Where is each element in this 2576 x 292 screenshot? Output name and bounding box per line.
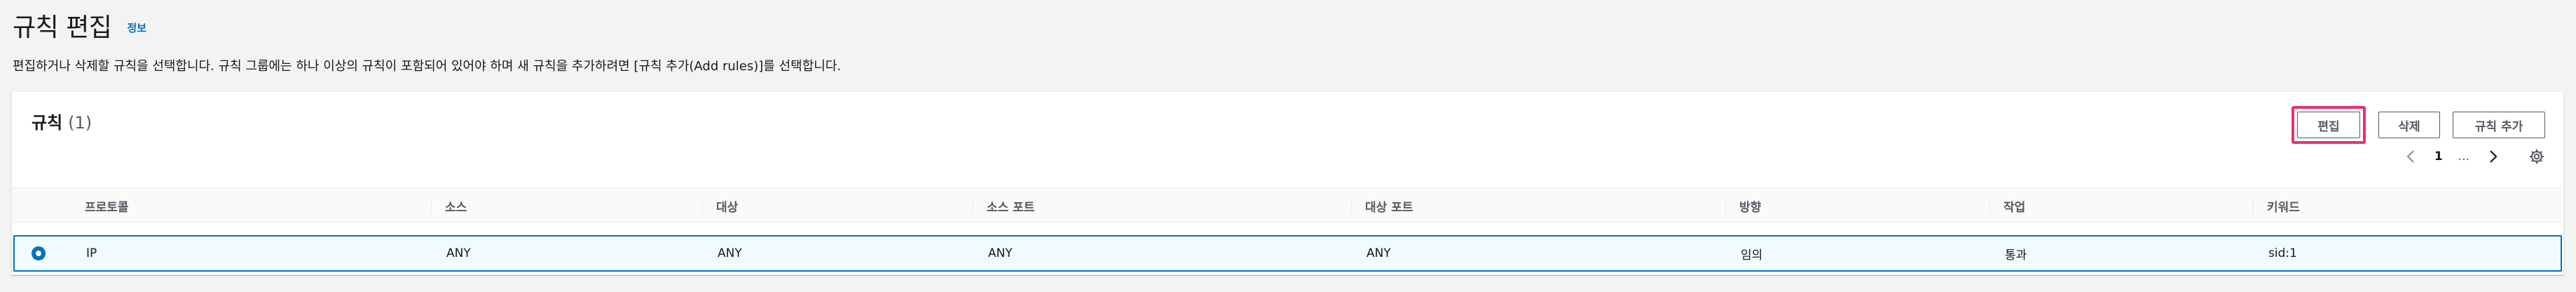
cell-destination: ANY: [718, 246, 742, 260]
info-link[interactable]: 정보: [127, 20, 146, 35]
rules-count: (1): [68, 113, 93, 133]
cell-source-port: ANY: [988, 246, 1013, 260]
column-header-label: 방향: [1739, 200, 1762, 215]
rules-title: 규칙: [32, 113, 63, 133]
table-row[interactable]: IP ANY ANY ANY ANY 임의 통과 sid:1: [13, 235, 2562, 272]
page-description: 편집하거나 삭제할 규칙을 선택합니다. 규칙 그룹에는 하나 이상의 규칙이 …: [13, 59, 842, 74]
column-header-protocol[interactable]: 프로토콜: [85, 188, 129, 223]
pagination: 1 ...: [2402, 147, 2547, 166]
cell-destination-port: ANY: [1366, 246, 1391, 260]
settings-gear-icon[interactable]: [2527, 147, 2547, 166]
current-page-number[interactable]: 1: [2434, 150, 2443, 164]
radio-selected-icon[interactable]: [32, 246, 46, 260]
column-header-label: 대상: [716, 200, 739, 215]
column-header-source[interactable]: 소스: [431, 188, 467, 223]
cell-protocol: IP: [86, 246, 97, 260]
pagination-ellipsis: ...: [2458, 150, 2469, 164]
column-header-label: 소스 포트: [987, 200, 1035, 215]
page-title: 규칙 편집: [13, 13, 112, 42]
rules-container: 규칙 (1) 편집 삭제 규칙 추가 1 ... 프로토콜 소스 대상 소스 포…: [11, 91, 2564, 275]
cell-direction: 임의: [1741, 248, 1763, 263]
add-rule-button[interactable]: 규칙 추가: [2453, 112, 2545, 138]
column-header-action[interactable]: 작업: [1989, 188, 2026, 223]
column-header-keywords[interactable]: 키워드: [2253, 188, 2300, 223]
previous-page-icon[interactable]: [2402, 148, 2419, 165]
edit-button[interactable]: 편집: [2297, 112, 2360, 138]
table-header: 프로토콜 소스 대상 소스 포트 대상 포트 방향 작업 키워드: [12, 187, 2563, 223]
delete-button[interactable]: 삭제: [2378, 112, 2440, 138]
rules-header: 규칙 (1): [32, 109, 92, 133]
column-header-label: 작업: [2003, 200, 2026, 215]
column-header-source-port[interactable]: 소스 포트: [973, 188, 1035, 223]
cell-keywords: sid:1: [2268, 246, 2297, 260]
cell-source: ANY: [446, 246, 471, 260]
edit-button-highlight: 편집: [2291, 106, 2366, 144]
column-header-destination[interactable]: 대상: [702, 188, 739, 223]
title-row: 규칙 편집 정보: [13, 7, 2563, 44]
column-header-label: 소스: [445, 200, 467, 215]
column-header-label: 대상 포트: [1365, 200, 1413, 215]
cell-action: 통과: [2005, 248, 2027, 263]
column-header-destination-port[interactable]: 대상 포트: [1351, 188, 1413, 223]
column-header-direction[interactable]: 방향: [1725, 188, 1762, 223]
rules-actions: 편집 삭제 규칙 추가: [2291, 106, 2545, 144]
next-page-icon[interactable]: [2485, 148, 2502, 165]
column-header-label: 키워드: [2267, 200, 2300, 215]
page-header: 규칙 편집 정보 편집하거나 삭제할 규칙을 선택합니다. 규칙 그룹에는 하나…: [13, 7, 2563, 74]
